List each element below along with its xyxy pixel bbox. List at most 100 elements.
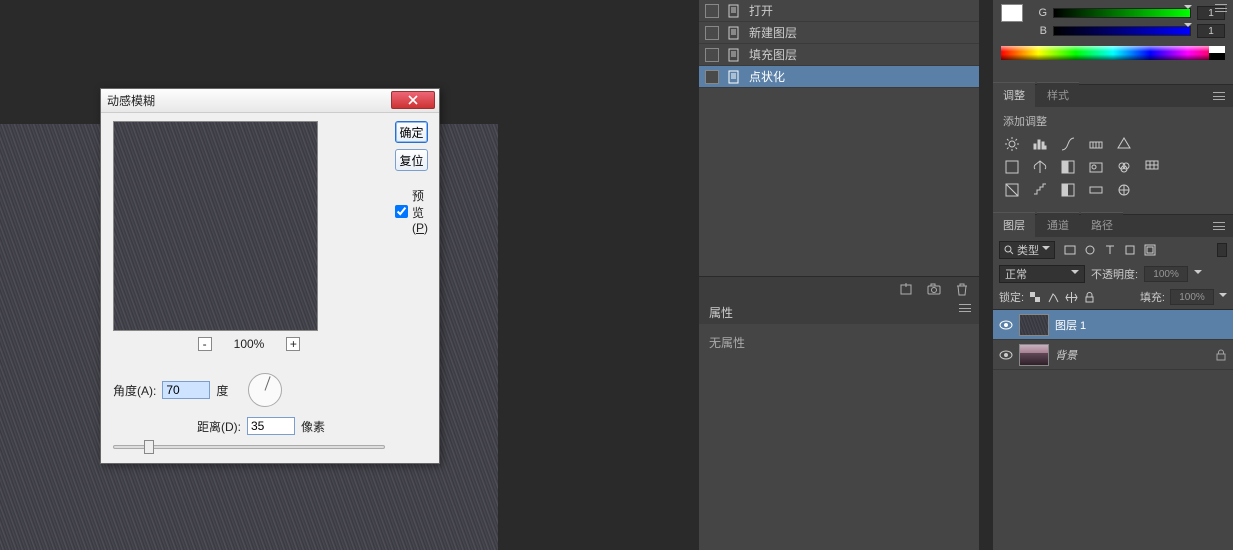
properties-tab[interactable]: 属性 — [699, 300, 979, 324]
vibrance-icon[interactable] — [1115, 135, 1132, 152]
search-icon — [1004, 245, 1014, 255]
adjustments-title: 添加调整 — [1003, 113, 1223, 129]
layer-thumbnail[interactable] — [1019, 344, 1049, 366]
filter-shape-icon[interactable] — [1123, 243, 1137, 257]
color-spectrum[interactable] — [1001, 46, 1225, 60]
preview-area[interactable] — [113, 121, 318, 331]
angle-dial[interactable] — [248, 373, 282, 407]
curves-icon[interactable] — [1059, 135, 1076, 152]
brightness-icon[interactable] — [1003, 135, 1020, 152]
layer-thumbnail[interactable] — [1019, 314, 1049, 336]
bw-icon[interactable] — [1059, 158, 1076, 175]
lock-position-icon[interactable] — [1065, 291, 1078, 304]
b-slider[interactable] — [1053, 26, 1191, 36]
tab-channels[interactable]: 通道 — [1037, 212, 1079, 237]
filter-toggle[interactable] — [1217, 243, 1227, 257]
angle-label: 角度(A): — [113, 382, 156, 399]
history-item[interactable]: 新建图层 — [699, 22, 979, 44]
filter-smart-icon[interactable] — [1143, 243, 1157, 257]
layer-item[interactable]: 图层 1 — [993, 310, 1233, 340]
g-slider[interactable] — [1053, 8, 1191, 18]
document-icon — [727, 4, 741, 18]
balance-icon[interactable] — [1031, 158, 1048, 175]
hue-icon[interactable] — [1003, 158, 1020, 175]
selective-color-icon[interactable] — [1115, 181, 1132, 198]
opacity-value[interactable]: 100% — [1144, 266, 1188, 282]
slider-thumb[interactable] — [144, 440, 154, 454]
filter-type-icon[interactable] — [1103, 243, 1117, 257]
right-panels: G 1 B 1 调整 样式 添加调整 — [993, 0, 1233, 550]
zoom-out-button[interactable]: - — [198, 337, 212, 351]
layer-filter-kind[interactable]: 类型 — [999, 241, 1055, 259]
angle-input[interactable] — [162, 381, 210, 399]
panel-menu-icon[interactable] — [957, 302, 973, 314]
angle-unit: 度 — [216, 382, 228, 399]
filter-adjust-icon[interactable] — [1083, 243, 1097, 257]
threshold-icon[interactable] — [1059, 181, 1076, 198]
trash-icon[interactable] — [955, 282, 969, 296]
document-icon — [727, 48, 741, 62]
filter-pixel-icon[interactable] — [1063, 243, 1077, 257]
tab-layers[interactable]: 图层 — [993, 212, 1035, 237]
lock-all-icon[interactable] — [1083, 291, 1096, 304]
chevron-down-icon[interactable] — [1219, 293, 1227, 301]
g-label: G — [1035, 7, 1047, 19]
preview-checkbox[interactable] — [395, 205, 408, 218]
visibility-icon[interactable] — [999, 318, 1013, 332]
photo-filter-icon[interactable] — [1087, 158, 1104, 175]
zoom-level: 100% — [234, 337, 265, 351]
blend-mode-select[interactable]: 正常 — [999, 265, 1085, 283]
lock-pixels-icon[interactable] — [1047, 291, 1060, 304]
distance-slider[interactable] — [113, 445, 385, 449]
visibility-icon[interactable] — [999, 348, 1013, 362]
levels-icon[interactable] — [1031, 135, 1048, 152]
chevron-down-icon — [1042, 246, 1050, 254]
b-value[interactable]: 1 — [1197, 24, 1225, 38]
reset-button[interactable]: 复位 — [395, 149, 428, 171]
panel-menu-icon[interactable] — [1211, 220, 1227, 232]
lock-transparency-icon[interactable] — [1029, 291, 1042, 304]
history-item[interactable]: 填充图层 — [699, 44, 979, 66]
posterize-icon[interactable] — [1031, 181, 1048, 198]
history-checkbox[interactable] — [705, 48, 719, 62]
history-item[interactable]: 打开 — [699, 0, 979, 22]
dialog-titlebar[interactable]: 动感模糊 — [101, 89, 439, 113]
history-checkbox[interactable] — [705, 70, 719, 84]
history-item[interactable]: 点状化 — [699, 66, 979, 88]
chevron-down-icon — [1071, 270, 1079, 278]
b-label: B — [1035, 25, 1047, 37]
properties-panel: 属性 无属性 — [699, 300, 979, 550]
layer-name[interactable]: 图层 1 — [1055, 317, 1086, 333]
layer-name[interactable]: 背景 — [1055, 347, 1077, 363]
document-icon — [727, 70, 741, 84]
history-checkbox[interactable] — [705, 26, 719, 40]
motion-blur-dialog: 动感模糊 - 100% + 角度(A): 度 距离(D): 像素 — [100, 88, 440, 464]
new-document-icon[interactable] — [899, 282, 913, 296]
tab-styles[interactable]: 样式 — [1037, 82, 1079, 107]
preview-checkbox-row[interactable]: 预览(P) — [395, 187, 428, 235]
channel-mixer-icon[interactable] — [1115, 158, 1132, 175]
tab-paths[interactable]: 路径 — [1081, 212, 1123, 237]
dialog-title: 动感模糊 — [107, 92, 155, 109]
history-checkbox[interactable] — [705, 4, 719, 18]
ok-button[interactable]: 确定 — [395, 121, 428, 143]
opacity-label: 不透明度: — [1091, 266, 1138, 282]
close-button[interactable] — [391, 91, 435, 109]
layer-item[interactable]: 背景 — [993, 340, 1233, 370]
layer-list: 图层 1 背景 — [993, 309, 1233, 370]
tab-adjustments[interactable]: 调整 — [993, 82, 1035, 107]
invert-icon[interactable] — [1003, 181, 1020, 198]
color-lookup-icon[interactable] — [1143, 158, 1160, 175]
gradient-map-icon[interactable] — [1087, 181, 1104, 198]
history-label: 点状化 — [749, 68, 785, 85]
exposure-icon[interactable] — [1087, 135, 1104, 152]
panel-menu-icon[interactable] — [1213, 2, 1229, 14]
zoom-in-button[interactable]: + — [286, 337, 300, 351]
panel-menu-icon[interactable] — [1211, 90, 1227, 102]
foreground-swatch[interactable] — [1001, 4, 1023, 22]
fill-value[interactable]: 100% — [1170, 289, 1214, 305]
camera-icon[interactable] — [927, 282, 941, 296]
chevron-down-icon[interactable] — [1194, 270, 1202, 278]
distance-input[interactable] — [247, 417, 295, 435]
lock-icon — [1215, 349, 1227, 361]
